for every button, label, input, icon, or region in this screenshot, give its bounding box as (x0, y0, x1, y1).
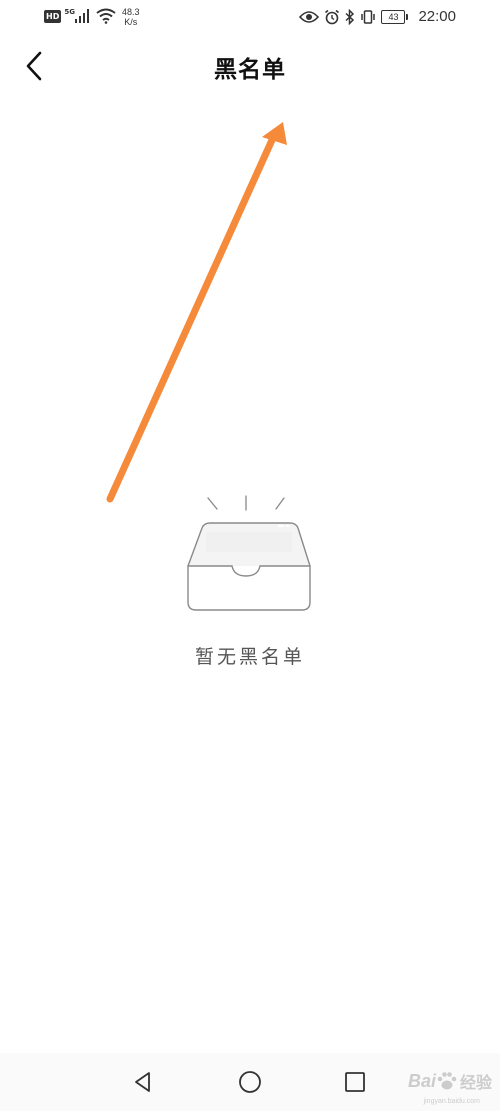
status-bar-right: 43 22:00 (299, 8, 456, 25)
hd-badge: HD (44, 10, 62, 23)
status-time: 22:00 (418, 8, 456, 25)
alarm-icon (325, 9, 340, 24)
status-bar: HD 5G 48.3 K/s 43 22:00 (0, 0, 500, 36)
watermark-url: jingyan.baidu.com (423, 1098, 480, 1105)
speed-unit: K/s (124, 17, 138, 27)
annotation-arrow-shaft (106, 136, 276, 503)
network-type: 5G (64, 8, 75, 16)
nav-home-icon (239, 1071, 261, 1093)
nav-back-button[interactable] (126, 1065, 160, 1099)
empty-state: 暂无黑名单 (0, 492, 500, 669)
nav-back-icon (135, 1072, 150, 1092)
battery-icon: 43 (381, 9, 409, 24)
network-speed: 48.3 K/s (122, 7, 140, 27)
speed-value: 48.3 (121, 7, 140, 17)
system-nav-bar: Bai 经验 jingyan.baidu.com (0, 1053, 500, 1111)
empty-box-icon (187, 495, 311, 611)
app-header: 黑名单 (0, 38, 500, 94)
page-title: 黑名单 (214, 56, 286, 83)
status-bar-left: HD 5G 48.3 K/s (44, 7, 140, 27)
empty-message: 暂无黑名单 (194, 646, 305, 668)
signal-icon (74, 9, 89, 23)
nav-home-button[interactable] (233, 1065, 267, 1099)
bluetooth-icon (345, 8, 355, 25)
eye-icon (299, 10, 320, 23)
wifi-icon (96, 8, 116, 24)
nav-recents-button[interactable] (338, 1065, 372, 1099)
paw-icon (437, 1072, 457, 1090)
vibrate-icon (361, 9, 376, 24)
watermark-brand: Bai (407, 1070, 436, 1091)
nav-recents-icon (345, 1072, 365, 1092)
watermark-suffix: 经验 (459, 1073, 492, 1092)
baidu-watermark: Bai 经验 jingyan.baidu.com (407, 1069, 492, 1106)
annotation-arrow-head (262, 122, 287, 145)
